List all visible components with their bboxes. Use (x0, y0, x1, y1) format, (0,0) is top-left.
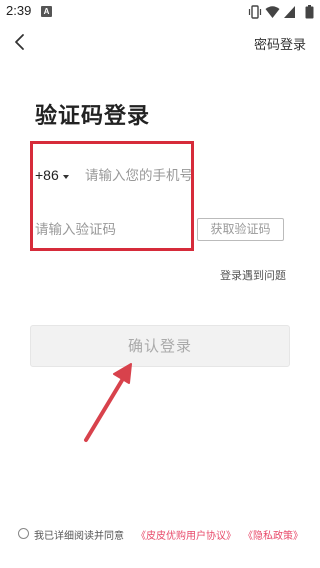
password-login-link[interactable]: 密码登录 (254, 34, 306, 53)
page-title: 验证码登录 (35, 104, 151, 129)
agreement-text: 我已详细阅读并同意 (34, 531, 124, 542)
agree-radio-button[interactable] (18, 528, 29, 539)
confirm-login-button[interactable]: 确认登录 (30, 325, 290, 367)
status-time: 2:39 (6, 3, 32, 18)
privacy-policy-link[interactable]: 《隐私政策》 (243, 527, 303, 542)
back-chevron-left-icon[interactable] (10, 32, 30, 52)
battery-icon (305, 5, 314, 19)
annotation-arrow-icon (84, 363, 132, 442)
signal-icon (284, 6, 295, 18)
vibrate-icon (248, 5, 262, 19)
user-agreement-link[interactable]: 《皮皮优购用户协议》 (136, 527, 236, 542)
login-trouble-link[interactable]: 登录遇到问题 (220, 267, 286, 283)
notification-badge-icon: A (41, 6, 52, 17)
status-bar: 2:39 A (0, 0, 320, 24)
highlight-box (30, 141, 194, 251)
wifi-icon (265, 6, 280, 18)
get-code-button[interactable]: 获取验证码 (197, 218, 284, 241)
